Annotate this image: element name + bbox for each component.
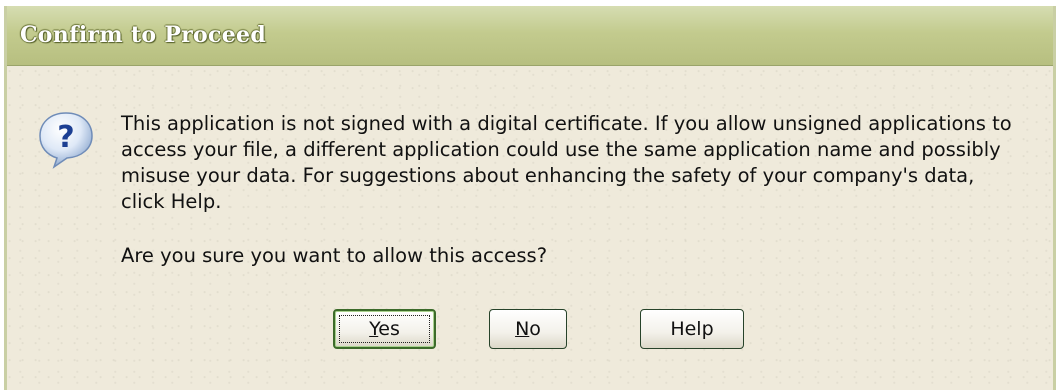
svg-text:?: ? xyxy=(57,120,74,155)
dialog-title: Confirm to Proceed xyxy=(20,22,267,48)
yes-mnemonic: Y xyxy=(369,318,379,340)
no-button[interactable]: No xyxy=(489,309,567,349)
question-icon: ? xyxy=(39,112,93,169)
help-button[interactable]: Help xyxy=(640,309,744,349)
confirm-dialog: Confirm to Proceed ? This application is… xyxy=(4,6,1056,390)
dialog-message: This application is not signed with a di… xyxy=(121,112,1012,213)
title-bar[interactable]: Confirm to Proceed xyxy=(7,6,1053,66)
no-label: o xyxy=(529,318,541,340)
no-mnemonic: N xyxy=(515,318,530,340)
dialog-question: Are you sure you want to allow this acce… xyxy=(121,244,548,267)
yes-label: es xyxy=(378,318,400,340)
dialog-body: ? This application is not signed with a … xyxy=(7,66,1053,390)
yes-button[interactable]: Yes xyxy=(333,309,436,349)
